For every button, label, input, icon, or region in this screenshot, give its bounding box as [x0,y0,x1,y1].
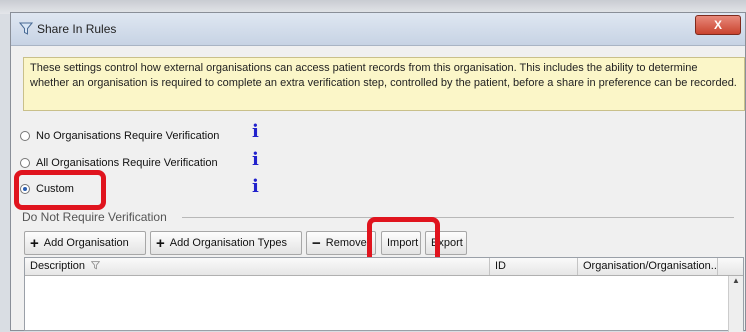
highlight-custom [14,170,106,210]
column-label: Organisation/Organisation... [583,260,718,272]
scroll-up-icon[interactable]: ▲ [732,276,740,285]
filter-icon[interactable] [90,261,101,270]
scrollbar[interactable]: ▲ [728,276,743,332]
group-divider [182,217,734,218]
option-all-organisations[interactable]: All Organisations Require Verification [20,155,218,171]
info-icon[interactable]: i [252,149,259,170]
column-header-description[interactable]: Description [25,258,490,275]
column-header-id[interactable]: ID [490,258,578,275]
title-bar: Share In Rules X [11,13,745,46]
table-header: Description ID Organisation/Organisation… [25,258,743,276]
option-label: All Organisations Require Verification [36,157,218,169]
radio-all-organisations[interactable] [20,158,30,168]
info-banner: These settings control how external orga… [23,57,745,111]
add-organisation-types-button[interactable]: + Add Organisation Types [150,231,302,255]
organisations-table[interactable]: Description ID Organisation/Organisation… [24,257,744,332]
option-no-organisations[interactable]: No Organisations Require Verification [20,128,219,144]
remove-button[interactable]: − Remove [306,231,376,255]
button-label: Add Organisation [43,237,129,249]
info-icon[interactable]: i [252,176,259,197]
option-label: No Organisations Require Verification [36,130,220,142]
plus-icon: + [30,234,39,252]
window-title: Share In Rules [37,22,117,36]
close-icon: X [713,18,722,32]
column-header-organisation[interactable]: Organisation/Organisation... [578,258,718,275]
column-label: Description [30,260,86,272]
funnel-icon [19,22,33,35]
info-icon[interactable]: i [252,121,259,142]
plus-icon: + [156,234,165,252]
group-label: Do Not Require Verification [22,210,167,224]
column-label: ID [495,260,506,272]
button-label: Add Organisation Types [169,237,287,249]
add-organisation-button[interactable]: + Add Organisation [24,231,146,255]
minus-icon: − [312,234,321,252]
radio-no-organisations[interactable] [20,131,30,141]
close-button[interactable]: X [695,15,741,35]
button-label: Remove [325,237,367,249]
